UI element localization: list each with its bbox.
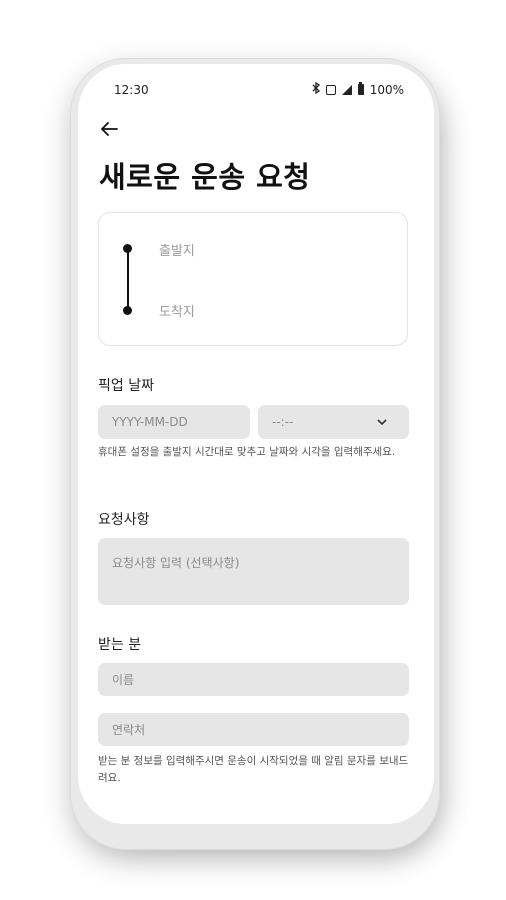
pickup-time-placeholder: --:-- <box>272 415 294 429</box>
battery-icon <box>357 82 364 95</box>
destination-input[interactable]: 도착지 <box>159 301 195 320</box>
request-placeholder: 요청사항 입력 (선택사항) <box>112 556 240 570</box>
pickup-date-input[interactable]: YYYY-MM-DD <box>98 405 250 439</box>
origin-input[interactable]: 출발지 <box>159 240 195 259</box>
app-screen: 12:30 100% 새로운 운송 요청 출발지 도착지 픽업 날짜 YYYY-… <box>78 64 434 824</box>
route-card: 출발지 도착지 <box>98 212 408 346</box>
recipient-label: 받는 분 <box>98 637 142 653</box>
route-line <box>127 249 129 311</box>
request-label: 요청사항 <box>98 512 150 528</box>
signal-icon <box>341 84 352 95</box>
destination-dot-icon <box>123 306 132 315</box>
request-textarea[interactable]: 요청사항 입력 (선택사항) <box>98 538 409 605</box>
back-button[interactable] <box>100 120 118 140</box>
recipient-contact-placeholder: 연락처 <box>112 723 146 737</box>
recipient-contact-input[interactable]: 연락처 <box>98 713 409 746</box>
arrow-left-icon <box>101 122 118 136</box>
bluetooth-icon <box>312 81 320 97</box>
status-icons: 100% <box>312 81 404 97</box>
vibrate-icon <box>325 84 336 95</box>
pickup-helper-text: 휴대폰 설정을 출발지 시간대로 맞추고 날짜와 시각을 입력해주세요. <box>98 446 396 458</box>
chevron-down-icon <box>377 416 387 429</box>
status-time: 12:30 <box>114 83 149 97</box>
pickup-date-placeholder: YYYY-MM-DD <box>112 415 188 429</box>
page-title: 새로운 운송 요청 <box>99 160 311 194</box>
recipient-name-input[interactable]: 이름 <box>98 663 409 696</box>
battery-percent: 100% <box>369 82 404 97</box>
pickup-time-select[interactable]: --:-- <box>258 405 409 439</box>
recipient-name-placeholder: 이름 <box>112 673 135 687</box>
recipient-helper-text: 받는 분 정보를 입력해주시면 운송이 시작되었을 때 알림 문자를 보내드려요… <box>98 755 409 784</box>
pickup-label: 픽업 날짜 <box>98 378 154 394</box>
